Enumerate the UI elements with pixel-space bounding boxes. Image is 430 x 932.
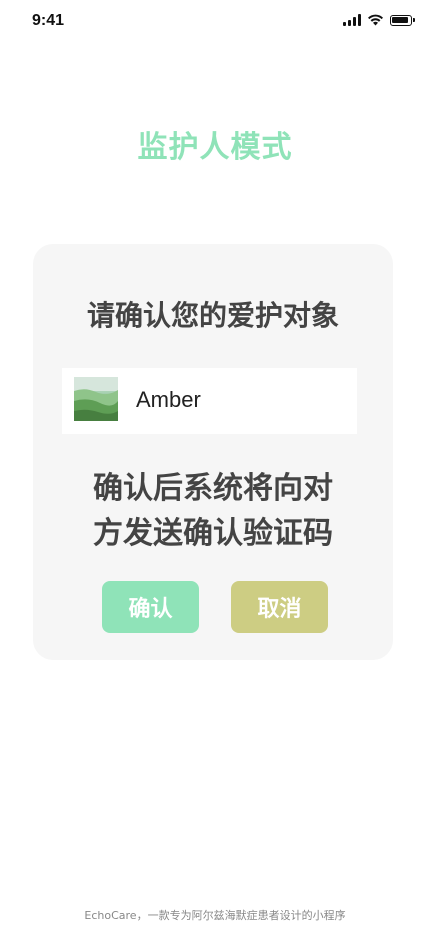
person-name: Amber [136, 387, 201, 412]
card-heading: 请确认您的爱护对象 [86, 299, 339, 332]
card-message-line: 确认后系统将向对 [93, 471, 333, 506]
battery-icon [390, 14, 415, 26]
confirm-button[interactable]: 确认 [102, 581, 199, 633]
page-title: 监护人模式 [137, 130, 293, 165]
confirm-card: 请确认您的爱护对象 Amber 确认后系统将向对 方发送确认验证码 确认 取消 [33, 244, 393, 660]
card-message: 确认后系统将向对 方发送确认验证码 [33, 466, 393, 556]
status-time: 9:41 [32, 12, 65, 29]
cellular-signal-icon [343, 14, 361, 26]
footer-text: EchoCare，一款专为阿尔兹海默症患者设计的小程序 [84, 909, 346, 922]
landscape-avatar-icon [74, 377, 118, 421]
ward-person-row: Amber [62, 368, 357, 434]
card-message-line: 方发送确认验证码 [93, 516, 333, 551]
wifi-icon [368, 14, 383, 26]
cancel-button[interactable]: 取消 [231, 581, 328, 633]
avatar [74, 377, 118, 421]
status-icons [343, 14, 415, 26]
status-bar: 9:41 [0, 0, 430, 44]
